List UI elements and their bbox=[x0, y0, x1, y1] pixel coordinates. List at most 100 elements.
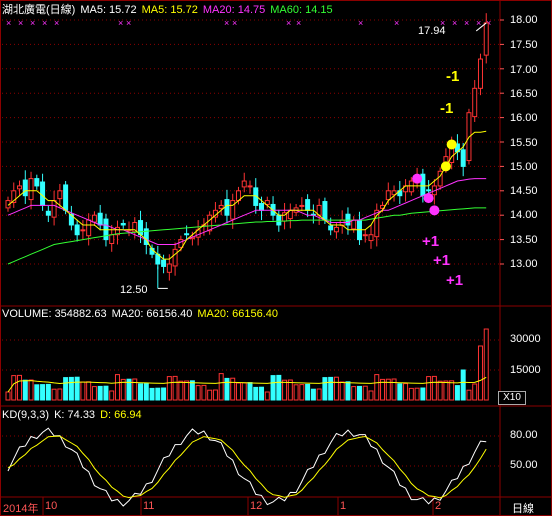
candle-body bbox=[477, 58, 483, 89]
volume-bar bbox=[374, 374, 380, 401]
candle-body bbox=[368, 234, 374, 242]
signal-marker: × bbox=[296, 18, 301, 28]
volume-bar bbox=[483, 328, 489, 401]
volume-bar bbox=[40, 384, 46, 401]
volume-bar bbox=[143, 383, 149, 401]
stock-chart[interactable]: ×××××××××××××××××× bbox=[0, 0, 552, 516]
kd-tick-1: 50.00 bbox=[510, 459, 538, 471]
candle-body bbox=[351, 219, 357, 230]
volume-tick-0: 30000 bbox=[510, 333, 541, 345]
volume-bar bbox=[431, 375, 437, 401]
signal-marker: × bbox=[118, 18, 123, 28]
candle-body bbox=[184, 233, 190, 236]
low-price-label: 12.50 bbox=[120, 284, 148, 296]
price-tick-0: 18.00 bbox=[510, 14, 538, 26]
volume-bar bbox=[414, 387, 420, 401]
volume-bar bbox=[322, 377, 328, 401]
signal-marker: × bbox=[18, 18, 23, 28]
candle-body bbox=[328, 225, 334, 231]
volume-bar bbox=[161, 387, 167, 401]
candle-body bbox=[230, 200, 236, 220]
volume-value: VOLUME: 354882.63 bbox=[2, 308, 107, 320]
candle-body bbox=[333, 226, 339, 233]
volume-bar bbox=[305, 383, 311, 401]
candle-body bbox=[91, 214, 97, 223]
volume-bar bbox=[449, 380, 455, 401]
volume-bar bbox=[351, 386, 357, 401]
volume-bar bbox=[80, 381, 86, 401]
candle-body bbox=[74, 224, 80, 236]
candle-body bbox=[247, 185, 253, 188]
volume-bar bbox=[328, 376, 334, 401]
high-price-label: 17.94 bbox=[418, 25, 446, 37]
volume-bar bbox=[28, 379, 34, 401]
volume-bar bbox=[189, 380, 195, 401]
volume-bar bbox=[477, 345, 483, 401]
volume-bar bbox=[114, 374, 120, 401]
candle-body bbox=[345, 213, 351, 226]
candle-body bbox=[80, 229, 86, 232]
candle-body bbox=[166, 263, 172, 273]
signal-dot bbox=[446, 139, 457, 150]
volume-bar bbox=[472, 383, 478, 401]
volume-bar bbox=[218, 373, 224, 401]
kd-tick-0: 80.00 bbox=[510, 429, 538, 441]
volume-bar bbox=[460, 369, 466, 401]
time-month-1: 1 bbox=[340, 500, 347, 512]
time-month-11: 11 bbox=[143, 500, 155, 512]
annotation-plus-2: +1 bbox=[433, 252, 451, 269]
signal-marker: × bbox=[464, 18, 469, 28]
period-label[interactable]: 日線 bbox=[512, 500, 534, 516]
candle-body bbox=[17, 185, 23, 190]
volume-bar bbox=[276, 374, 282, 401]
main-chart-header: 湖北廣電(日線) MA5: 15.72 MA5: 15.72 MA20: 14.75 M… bbox=[2, 4, 338, 17]
volume-bar bbox=[253, 386, 259, 401]
volume-bar bbox=[259, 386, 265, 401]
signal-marker: × bbox=[54, 18, 59, 28]
candle-body bbox=[97, 212, 103, 226]
volume-bar bbox=[230, 377, 236, 401]
volume-bar bbox=[426, 376, 432, 401]
price-tick-2: 17.00 bbox=[510, 64, 538, 76]
candle-body bbox=[362, 234, 368, 237]
signal-marker: × bbox=[286, 18, 291, 28]
volume-bar bbox=[195, 385, 201, 401]
signal-marker: × bbox=[452, 18, 457, 28]
price-tick-7: 14.50 bbox=[510, 185, 538, 197]
candle-body bbox=[28, 178, 34, 201]
candle-body bbox=[161, 259, 167, 267]
annotation-plus-1: +1 bbox=[422, 233, 440, 250]
volume-bar bbox=[138, 383, 144, 401]
ma5-label-b: MA5: 15.72 bbox=[141, 4, 198, 16]
candle-body bbox=[172, 248, 178, 267]
volume-ma20-a: MA20: 66156.40 bbox=[111, 308, 193, 320]
volume-bar bbox=[362, 385, 368, 401]
volume-bar bbox=[86, 381, 92, 401]
volume-ma-line bbox=[7, 376, 487, 393]
candle-body bbox=[385, 190, 391, 201]
candle-body bbox=[472, 87, 478, 118]
volume-bar bbox=[403, 383, 409, 401]
volume-bar bbox=[264, 391, 270, 401]
price-tick-1: 17.50 bbox=[510, 39, 538, 51]
volume-bar bbox=[74, 376, 80, 401]
volume-ma20-b: MA20: 66156.40 bbox=[197, 308, 279, 320]
candle-body bbox=[45, 210, 51, 216]
volume-bar bbox=[333, 376, 339, 401]
volume-bar bbox=[103, 385, 109, 401]
volume-bar bbox=[109, 390, 115, 401]
price-tick-6: 15.00 bbox=[510, 161, 538, 173]
volume-bar bbox=[166, 376, 172, 401]
candle-body bbox=[259, 202, 265, 211]
signal-marker: × bbox=[476, 18, 481, 28]
candle-body bbox=[138, 220, 144, 236]
kd-d-line bbox=[7, 435, 487, 499]
volume-bar bbox=[212, 389, 218, 401]
volume-bar bbox=[247, 382, 253, 401]
time-month-10: 10 bbox=[45, 500, 58, 512]
candle-body bbox=[86, 219, 92, 237]
candle-body bbox=[34, 178, 40, 187]
volume-bar bbox=[5, 391, 11, 401]
volume-bar bbox=[68, 376, 74, 401]
volume-tick-1: 15000 bbox=[510, 364, 541, 376]
